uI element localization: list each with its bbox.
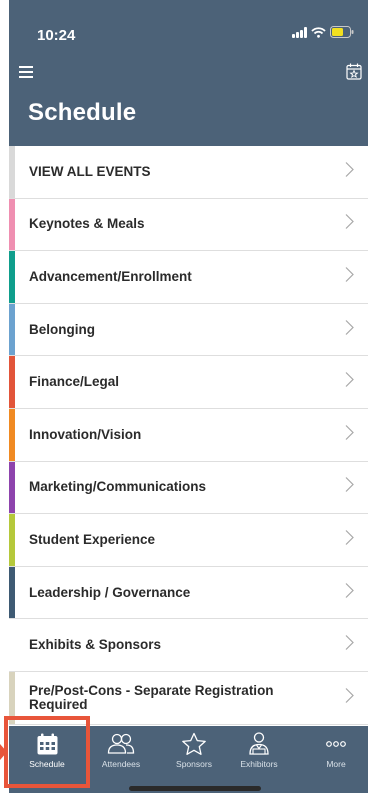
category-color-bar xyxy=(9,408,15,461)
chevron-right-icon xyxy=(345,266,354,287)
chevron-right-icon xyxy=(345,582,354,603)
chevron-right-icon xyxy=(345,687,354,708)
list-item[interactable]: Exhibits & Sponsors xyxy=(9,619,368,672)
list-item-label: Advancement/Enrollment xyxy=(29,268,192,284)
wifi-icon xyxy=(311,26,326,38)
chevron-right-icon xyxy=(345,477,354,498)
home-indicator xyxy=(129,786,261,791)
exhibitor-icon xyxy=(247,732,271,756)
category-color-bar xyxy=(9,671,15,724)
list-item-label: Exhibits & Sponsors xyxy=(29,637,162,653)
list-item[interactable]: Belonging xyxy=(9,303,368,357)
tab-label: Attendees xyxy=(101,759,141,769)
list-item[interactable]: Finance/Legal xyxy=(9,356,368,409)
list-item[interactable]: Student Experience xyxy=(9,514,368,567)
category-color-bar xyxy=(9,461,15,514)
signal-icon xyxy=(292,26,307,38)
list-item-label: Student Experience xyxy=(29,531,156,547)
tab-label: Exhibitors xyxy=(240,759,278,769)
category-color-bar xyxy=(9,198,15,251)
category-color-bar xyxy=(9,251,15,303)
list-item-label: Finance/Legal xyxy=(29,374,120,390)
tab-label: More xyxy=(326,759,346,769)
list-item-label: VIEW ALL EVENTS xyxy=(29,163,151,179)
tab-label: Sponsors xyxy=(176,759,212,769)
list-item-label: Innovation/Vision xyxy=(29,426,142,442)
category-color-bar xyxy=(9,356,15,408)
category-color-bar xyxy=(9,146,15,198)
tab-sponsors[interactable]: Sponsors xyxy=(164,726,224,778)
list-item[interactable]: Marketing/Communications xyxy=(9,461,368,515)
category-color-bar xyxy=(9,514,15,566)
list-item[interactable]: Keynotes & Meals xyxy=(9,198,368,252)
list-item[interactable]: Advancement/Enrollment xyxy=(9,251,368,304)
list-item[interactable]: VIEW ALL EVENTS xyxy=(9,146,368,199)
calendar-icon xyxy=(37,732,58,756)
category-color-bar xyxy=(9,303,15,356)
tab-more[interactable]: More xyxy=(306,726,366,778)
people-icon xyxy=(107,732,135,756)
pointer-arrow-icon xyxy=(0,744,7,760)
list-item-label: Marketing/Communications xyxy=(29,479,207,495)
list-item[interactable]: Innovation/Vision xyxy=(9,408,368,462)
chevron-right-icon xyxy=(345,635,354,656)
tab-schedule[interactable]: Schedule xyxy=(17,726,77,778)
category-color-bar xyxy=(9,619,15,671)
page-title: Schedule xyxy=(28,99,137,126)
tab-attendees[interactable]: Attendees xyxy=(91,726,151,778)
star-icon xyxy=(181,732,207,756)
tab-label: Schedule xyxy=(29,759,65,769)
chevron-right-icon xyxy=(345,319,354,340)
list-item-label: Leadership / Governance xyxy=(29,584,191,600)
list-item-label: Belonging xyxy=(29,321,95,337)
tab-bar: Schedule Attendees Sponsors Exhibitors M… xyxy=(9,726,368,793)
category-color-bar xyxy=(9,566,15,619)
list-item-label: Pre/Post-Cons - Separate Registration Re… xyxy=(29,682,274,712)
battery-icon xyxy=(330,26,354,38)
chevron-right-icon xyxy=(345,529,354,550)
tab-exhibitors[interactable]: Exhibitors xyxy=(229,726,289,778)
chevron-right-icon xyxy=(345,372,354,393)
list-item[interactable]: Pre/Post-Cons - Separate Registration Re… xyxy=(9,671,368,725)
more-icon xyxy=(326,732,346,756)
calendar-star-icon[interactable] xyxy=(346,63,362,85)
chevron-right-icon xyxy=(345,161,354,182)
list-item-label: Keynotes & Meals xyxy=(29,216,145,232)
app-header: 10:24 Schedule xyxy=(9,0,368,146)
status-icons xyxy=(292,26,354,38)
chevron-right-icon xyxy=(345,424,354,445)
chevron-right-icon xyxy=(345,214,354,235)
status-time: 10:24 xyxy=(37,27,76,44)
category-list: VIEW ALL EVENTS Keynotes & Meals Advanceme… xyxy=(9,146,368,725)
menu-icon[interactable] xyxy=(19,66,33,78)
list-item[interactable]: Leadership / Governance xyxy=(9,566,368,620)
